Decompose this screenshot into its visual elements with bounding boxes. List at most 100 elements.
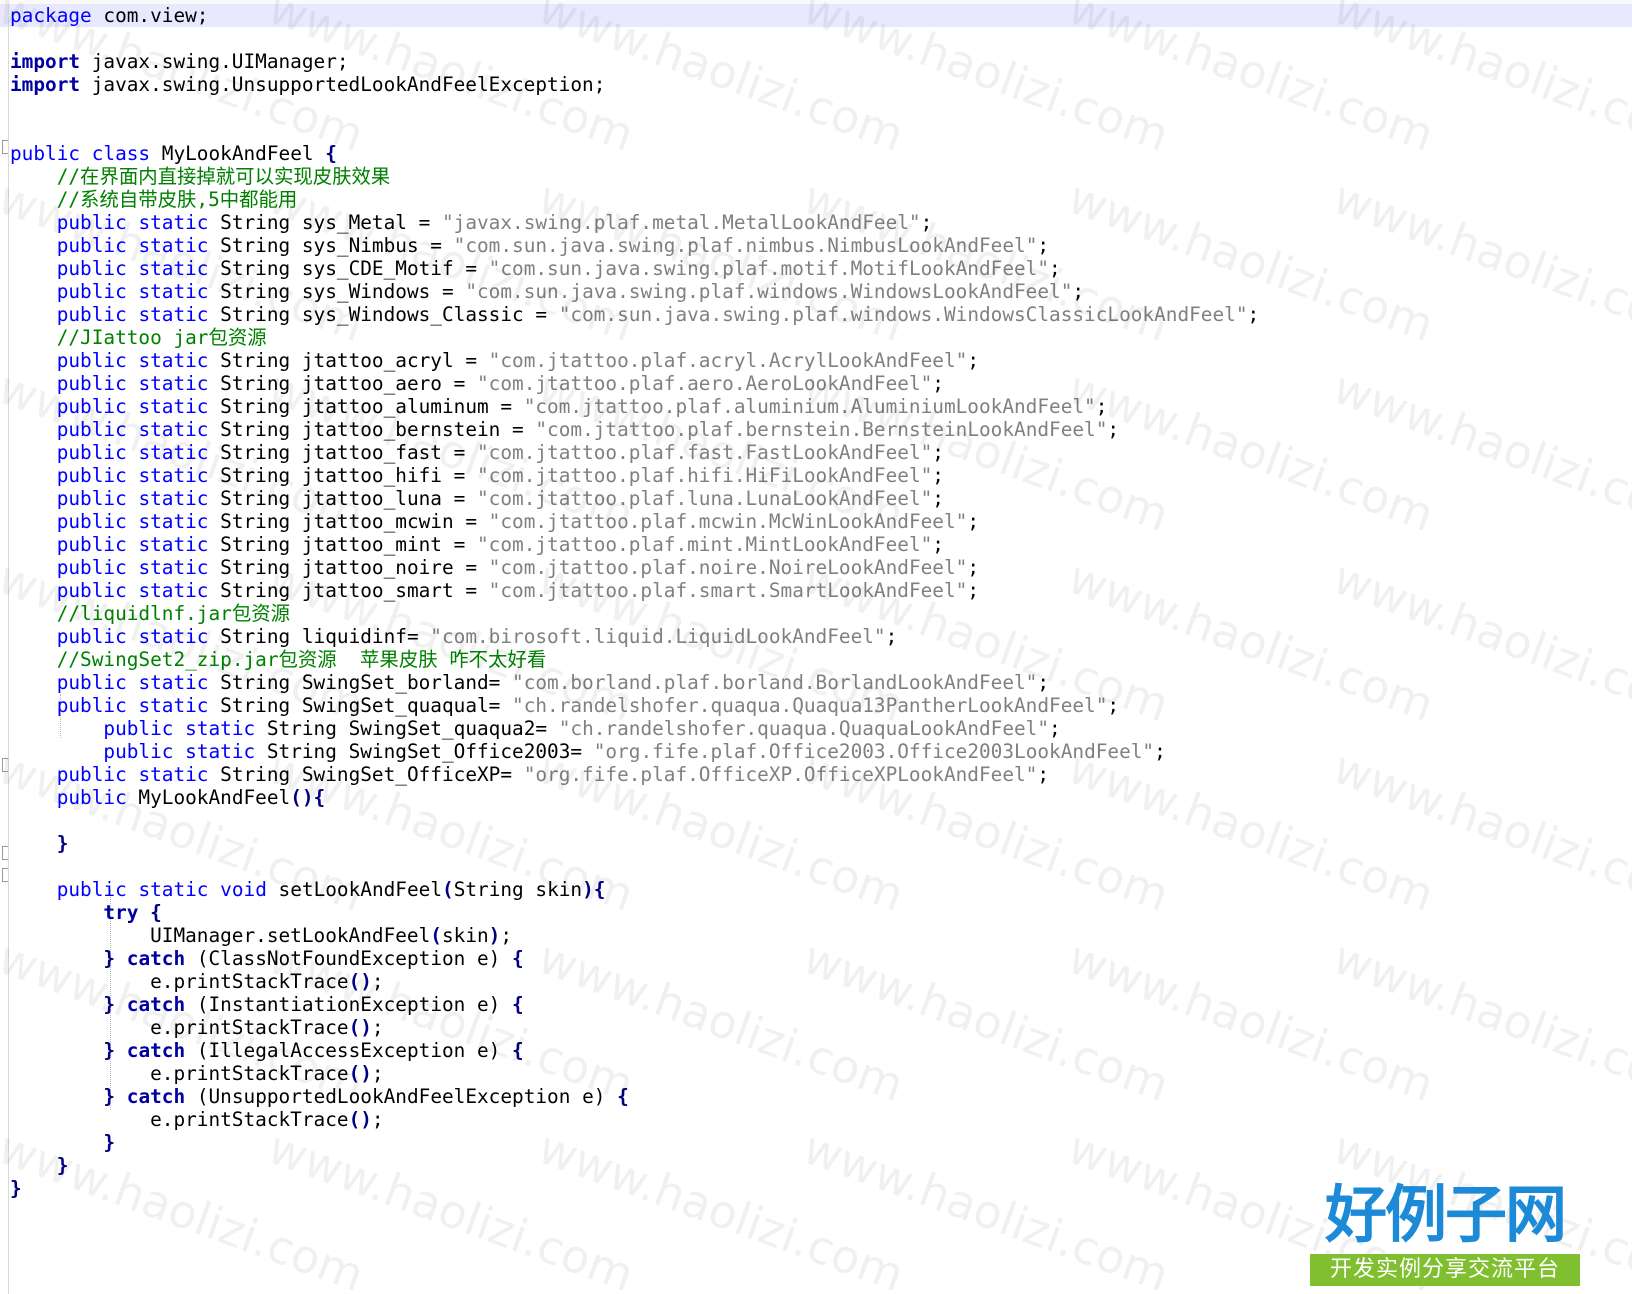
code-line[interactable]: //在界面内直接掉就可以实现皮肤效果 [10,165,1632,188]
code-line[interactable]: e.printStackTrace(); [10,1062,1632,1085]
keyword-token: public [56,694,127,717]
code-line[interactable]: try { [10,901,1632,924]
string-literal: "com.jtattoo.plaf.hifi.HiFiLookAndFeel" [477,464,933,487]
keyword-token: public [10,142,81,165]
code-area[interactable]: package com.view; import javax.swing.UIMa… [10,4,1632,1200]
code-line[interactable]: public static String SwingSet_Office2003… [10,740,1632,763]
code-line[interactable]: public static String SwingSet_quaqual= "… [10,694,1632,717]
code-line[interactable]: e.printStackTrace(); [10,970,1632,993]
code-line[interactable]: public static String jtattoo_noire = "co… [10,556,1632,579]
operator-token: ( [442,878,454,901]
code-text: String sys_Windows_Classic = [208,303,559,326]
code-line[interactable]: public static String sys_Windows_Classic… [10,303,1632,326]
operator-token: { [617,1085,629,1108]
code-line[interactable]: public static String SwingSet_quaqua2= "… [10,717,1632,740]
code-line[interactable]: public static String jtattoo_aluminum = … [10,395,1632,418]
code-text: MyLookAndFeel [150,142,326,165]
code-line[interactable] [10,809,1632,832]
operator-token: { [150,901,162,924]
code-line[interactable]: public static String jtattoo_acryl = "co… [10,349,1632,372]
code-line[interactable]: public static String jtattoo_mint = "com… [10,533,1632,556]
code-line[interactable]: public static String SwingSet_borland= "… [10,671,1632,694]
fold-marker-method[interactable] [2,846,8,860]
string-literal: "com.birosoft.liquid.LiquidLookAndFeel" [430,625,886,648]
code-line[interactable]: public static String jtattoo_luna = "com… [10,487,1632,510]
keyword-token: static [185,740,256,763]
fold-marker-class[interactable] [2,140,8,154]
code-line[interactable]: //liquidlnf.jar包资源 [10,602,1632,625]
keyword-token: static [185,717,256,740]
code-line[interactable]: import javax.swing.UIManager; [10,50,1632,73]
code-line[interactable]: public static String jtattoo_smart = "co… [10,579,1632,602]
keyword-token: public [56,763,127,786]
operator-token: { [512,993,524,1016]
operator-token: } [10,1177,22,1200]
code-line[interactable]: import javax.swing.UnsupportedLookAndFee… [10,73,1632,96]
code-line[interactable] [10,855,1632,878]
code-editor[interactable]: package com.view; import javax.swing.UIMa… [0,0,1632,1294]
code-line[interactable]: } [10,1154,1632,1177]
comment-text: //系统自带皮肤,5中都能用 [56,188,298,211]
code-line[interactable]: //SwingSet2_zip.jar包资源 苹果皮肤 咋不太好看 [10,648,1632,671]
code-text: String sys_CDE_Motif = [208,257,489,280]
keyword-token: public [56,441,127,464]
code-text: ; [920,211,933,234]
code-line[interactable]: public static String jtattoo_aero = "com… [10,372,1632,395]
code-line[interactable]: } catch (InstantiationException e) { [10,993,1632,1016]
code-line[interactable]: e.printStackTrace(); [10,1108,1632,1131]
code-line[interactable]: public static String SwingSet_OfficeXP= … [10,763,1632,786]
code-text: ; [967,579,979,602]
code-text: ; [932,372,944,395]
fold-marker-constructor[interactable] [2,758,8,772]
string-literal: "com.sun.java.swing.plaf.motif.MotifLook… [488,257,1050,280]
code-line[interactable]: public static String jtattoo_hifi = "com… [10,464,1632,487]
code-line[interactable]: public static String liquidinf= "com.bir… [10,625,1632,648]
code-line[interactable]: //系统自带皮肤,5中都能用 [10,188,1632,211]
code-text: String jtattoo_fast = [208,441,477,464]
code-line[interactable]: } catch (UnsupportedLookAndFeelException… [10,1085,1632,1108]
keyword-token: public [56,556,127,579]
keyword-token: static [138,625,209,648]
code-line[interactable]: } catch (ClassNotFoundException e) { [10,947,1632,970]
code-line[interactable]: //JIattoo jar包资源 [10,326,1632,349]
code-text: ; [1107,418,1120,441]
code-line[interactable] [10,27,1632,50]
code-line[interactable]: } catch (IllegalAccessException e) { [10,1039,1632,1062]
code-text: ; [1037,763,1050,786]
code-line[interactable]: package com.view; [10,4,1632,27]
code-line[interactable]: public static String jtattoo_bernstein =… [10,418,1632,441]
code-line[interactable]: public static String jtattoo_mcwin = "co… [10,510,1632,533]
code-line[interactable]: } [10,832,1632,855]
code-line[interactable]: public class MyLookAndFeel { [10,142,1632,165]
string-literal: "com.jtattoo.plaf.smart.SmartLookAndFeel… [488,579,968,602]
code-line[interactable]: public static void setLookAndFeel(String… [10,878,1632,901]
code-line[interactable] [10,96,1632,119]
keyword-token: public [56,533,127,556]
code-line[interactable] [10,119,1632,142]
code-line[interactable]: public static String sys_Metal = "javax.… [10,211,1632,234]
keyword-token: class [91,142,151,165]
code-line[interactable]: public static String sys_CDE_Motif = "co… [10,257,1632,280]
fold-marker-try[interactable] [2,868,8,882]
string-literal: "com.jtattoo.plaf.fast.FastLookAndFeel" [477,441,933,464]
code-line[interactable]: UIManager.setLookAndFeel(skin); [10,924,1632,947]
code-line[interactable]: } [10,1131,1632,1154]
keyword-token: import [10,50,81,73]
code-line[interactable]: public static String sys_Nimbus = "com.s… [10,234,1632,257]
code-line[interactable]: public MyLookAndFeel(){ [10,786,1632,809]
code-line[interactable]: e.printStackTrace(); [10,1016,1632,1039]
code-line[interactable]: public static String sys_Windows = "com.… [10,280,1632,303]
code-text: ; [967,349,979,372]
code-line[interactable]: public static String jtattoo_fast = "com… [10,441,1632,464]
string-literal: "com.sun.java.swing.plaf.windows.Windows… [558,303,1248,326]
